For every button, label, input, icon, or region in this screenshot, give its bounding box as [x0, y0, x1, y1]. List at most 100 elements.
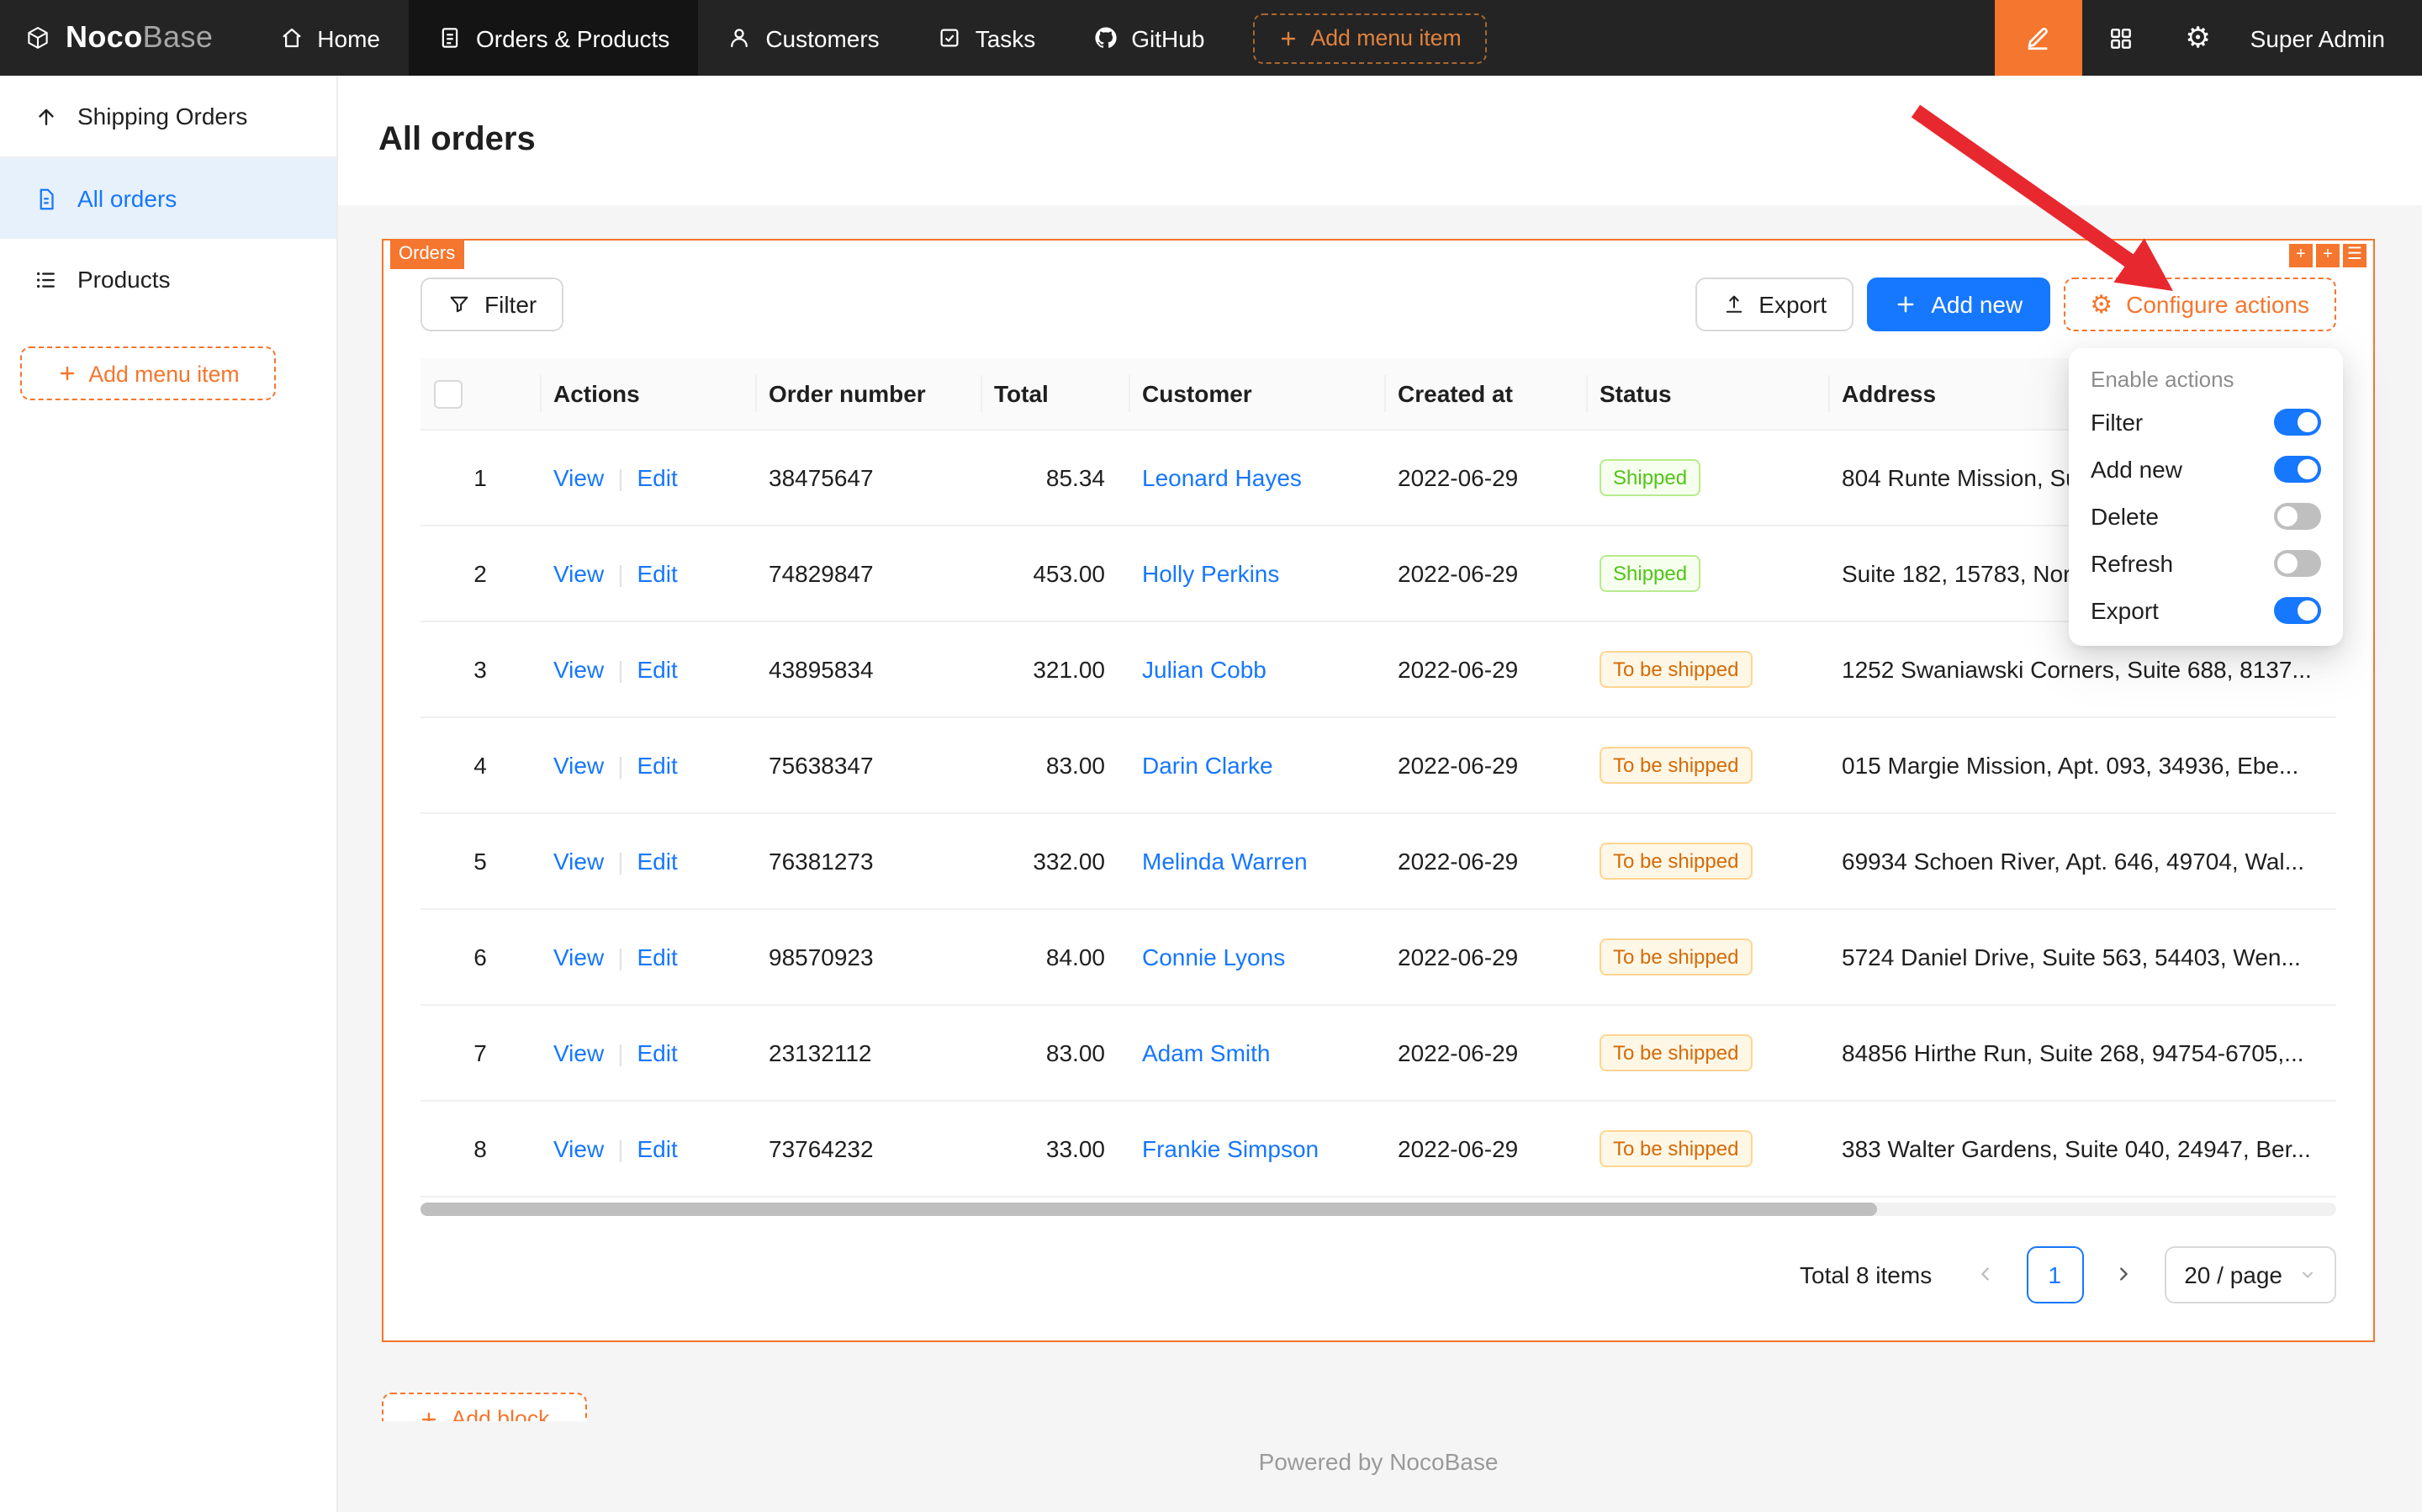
nav-item-home[interactable]: Home	[250, 0, 409, 76]
order-number-cell: 43895834	[755, 621, 981, 717]
user-menu[interactable]: Super Admin	[2237, 0, 2422, 76]
view-link[interactable]: View	[553, 752, 604, 779]
sidebar-add-menu-item-button[interactable]: Add menu item	[20, 346, 276, 400]
nav-item-customers[interactable]: Customers	[698, 0, 907, 76]
page-1-button[interactable]: 1	[2026, 1246, 2083, 1303]
toggle-refresh[interactable]	[2274, 550, 2321, 577]
action-divider: |	[617, 656, 623, 683]
action-divider: |	[617, 1135, 623, 1162]
toggle-add-new[interactable]	[2274, 456, 2321, 483]
view-link[interactable]: View	[553, 944, 604, 970]
row-index: 8	[473, 1135, 487, 1162]
customer-link[interactable]: Darin Clarke	[1142, 752, 1273, 779]
enable-action-label: Export	[2091, 597, 2159, 624]
view-link[interactable]: View	[553, 656, 604, 683]
sidebar-item-all-orders[interactable]: All orders	[0, 158, 336, 239]
next-page-button[interactable]	[2097, 1248, 2150, 1302]
gear-icon: ⚙	[2185, 24, 2211, 52]
edit-link[interactable]: Edit	[637, 560, 677, 587]
sidebar-item-products[interactable]: Products	[0, 239, 336, 320]
view-link[interactable]: View	[553, 464, 604, 491]
toggle-export[interactable]	[2274, 597, 2321, 624]
ui-editor-button[interactable]	[1995, 0, 2082, 76]
navbar-add-menu-item-button[interactable]: Add menu item	[1253, 13, 1486, 63]
filter-button[interactable]: Filter	[420, 278, 563, 331]
plugins-grid-button[interactable]	[2082, 0, 2160, 76]
edit-link[interactable]: Edit	[637, 656, 677, 683]
created-at-cell: 2022-06-29	[1384, 813, 1586, 909]
sidebar: Shipping Orders All orders Products Add me…	[0, 76, 338, 1512]
nocobase-logo-icon	[25, 25, 50, 50]
settings-button[interactable]: ⚙	[2160, 0, 2237, 76]
toggle-delete[interactable]	[2274, 503, 2321, 530]
page-size-select[interactable]: 20 / page	[2164, 1246, 2336, 1303]
configure-actions-button[interactable]: ⚙ Configure actions	[2063, 278, 2336, 331]
customer-link[interactable]: Connie Lyons	[1142, 944, 1285, 970]
view-link[interactable]: View	[553, 1135, 604, 1162]
horizontal-scrollbar-thumb[interactable]	[420, 1203, 1876, 1216]
block-add-field-icon[interactable]: +	[2289, 244, 2313, 267]
nav-item-orders-products[interactable]: Orders & Products	[409, 0, 698, 76]
brand-logo[interactable]: NocoBase	[0, 0, 250, 76]
customer-link[interactable]: Holly Perkins	[1142, 560, 1279, 587]
prev-page-button[interactable]	[1959, 1248, 2012, 1302]
nav-item-tasks[interactable]: Tasks	[908, 0, 1065, 76]
export-button-label: Export	[1758, 291, 1827, 318]
nav-item-label: Home	[317, 24, 380, 51]
nav-item-github[interactable]: GitHub	[1064, 0, 1233, 76]
action-divider: |	[617, 848, 623, 875]
address-cell: 5724 Daniel Drive, Suite 563, 54403, Wen…	[1828, 909, 2336, 1005]
status-badge: To be shipped	[1600, 1130, 1752, 1167]
row-index: 5	[473, 848, 487, 875]
export-button[interactable]: Export	[1695, 278, 1854, 331]
sidebar-items: Shipping Orders All orders Products	[0, 76, 336, 320]
navbar-items: Home Orders & ProductsCustomersTasksGitHu…	[250, 0, 1233, 76]
block-menu-icon[interactable]: ☰	[2343, 244, 2366, 267]
order-number-cell: 23132112	[755, 1005, 981, 1101]
sidebar-add-menu-item-label: Add menu item	[88, 361, 239, 386]
block-add-action-icon[interactable]: +	[2316, 244, 2340, 267]
enable-action-item-add-new: Add new	[2069, 446, 2343, 493]
sidebar-item-label: All orders	[77, 185, 177, 212]
pagination-total: Total 8 items	[1800, 1261, 1932, 1288]
customer-link[interactable]: Julian Cobb	[1142, 656, 1267, 683]
edit-link[interactable]: Edit	[637, 944, 677, 970]
orders-icon	[437, 25, 463, 50]
status-badge: To be shipped	[1600, 1034, 1752, 1071]
row-index: 6	[473, 944, 487, 970]
sidebar-item-shipping-orders[interactable]: Shipping Orders	[0, 76, 336, 158]
add-new-button-label: Add new	[1931, 291, 2023, 318]
customer-link[interactable]: Leonard Hayes	[1142, 464, 1302, 491]
list-icon	[34, 267, 59, 292]
edit-link[interactable]: Edit	[637, 1135, 677, 1162]
add-new-button[interactable]: Add new	[1867, 278, 2049, 331]
arrow-up-icon	[34, 103, 59, 129]
edit-link[interactable]: Edit	[637, 464, 677, 491]
toggle-filter[interactable]	[2274, 409, 2321, 436]
customer-link[interactable]: Adam Smith	[1142, 1039, 1271, 1066]
table-row: 8View|Edit7376423233.00Frankie Simpson20…	[420, 1101, 2336, 1197]
address-cell: 69934 Schoen River, Apt. 646, 49704, Wal…	[1828, 813, 2336, 909]
status-badge: To be shipped	[1600, 843, 1752, 880]
enable-actions-menu-items: FilterAdd newDeleteRefreshExport	[2069, 399, 2343, 634]
add-block-button[interactable]: Add block	[382, 1393, 587, 1421]
address-cell: 383 Walter Gardens, Suite 040, 24947, Be…	[1828, 1101, 2336, 1197]
customer-link[interactable]: Melinda Warren	[1142, 848, 1308, 875]
view-link[interactable]: View	[553, 1039, 604, 1066]
select-all-checkbox[interactable]	[434, 380, 463, 409]
edit-link[interactable]: Edit	[637, 752, 677, 779]
header-created-at: Created at	[1384, 358, 1586, 430]
view-link[interactable]: View	[553, 560, 604, 587]
order-number-cell: 73764232	[755, 1101, 981, 1197]
status-badge: To be shipped	[1600, 651, 1752, 688]
table-row: 7View|Edit2313211283.00Adam Smith2022-06…	[420, 1005, 2336, 1101]
table-row: 4View|Edit7563834783.00Darin Clarke2022-…	[420, 717, 2336, 813]
table-row: 5View|Edit76381273332.00Melinda Warren20…	[420, 813, 2336, 909]
edit-link[interactable]: Edit	[637, 1039, 677, 1066]
page-title: All orders	[378, 121, 536, 160]
customer-link[interactable]: Frankie Simpson	[1142, 1135, 1319, 1162]
edit-link[interactable]: Edit	[637, 848, 677, 875]
customers-icon	[727, 25, 752, 50]
view-link[interactable]: View	[553, 848, 604, 875]
enable-actions-dropdown: Enable actions FilterAdd newDeleteRefres…	[2069, 348, 2343, 646]
